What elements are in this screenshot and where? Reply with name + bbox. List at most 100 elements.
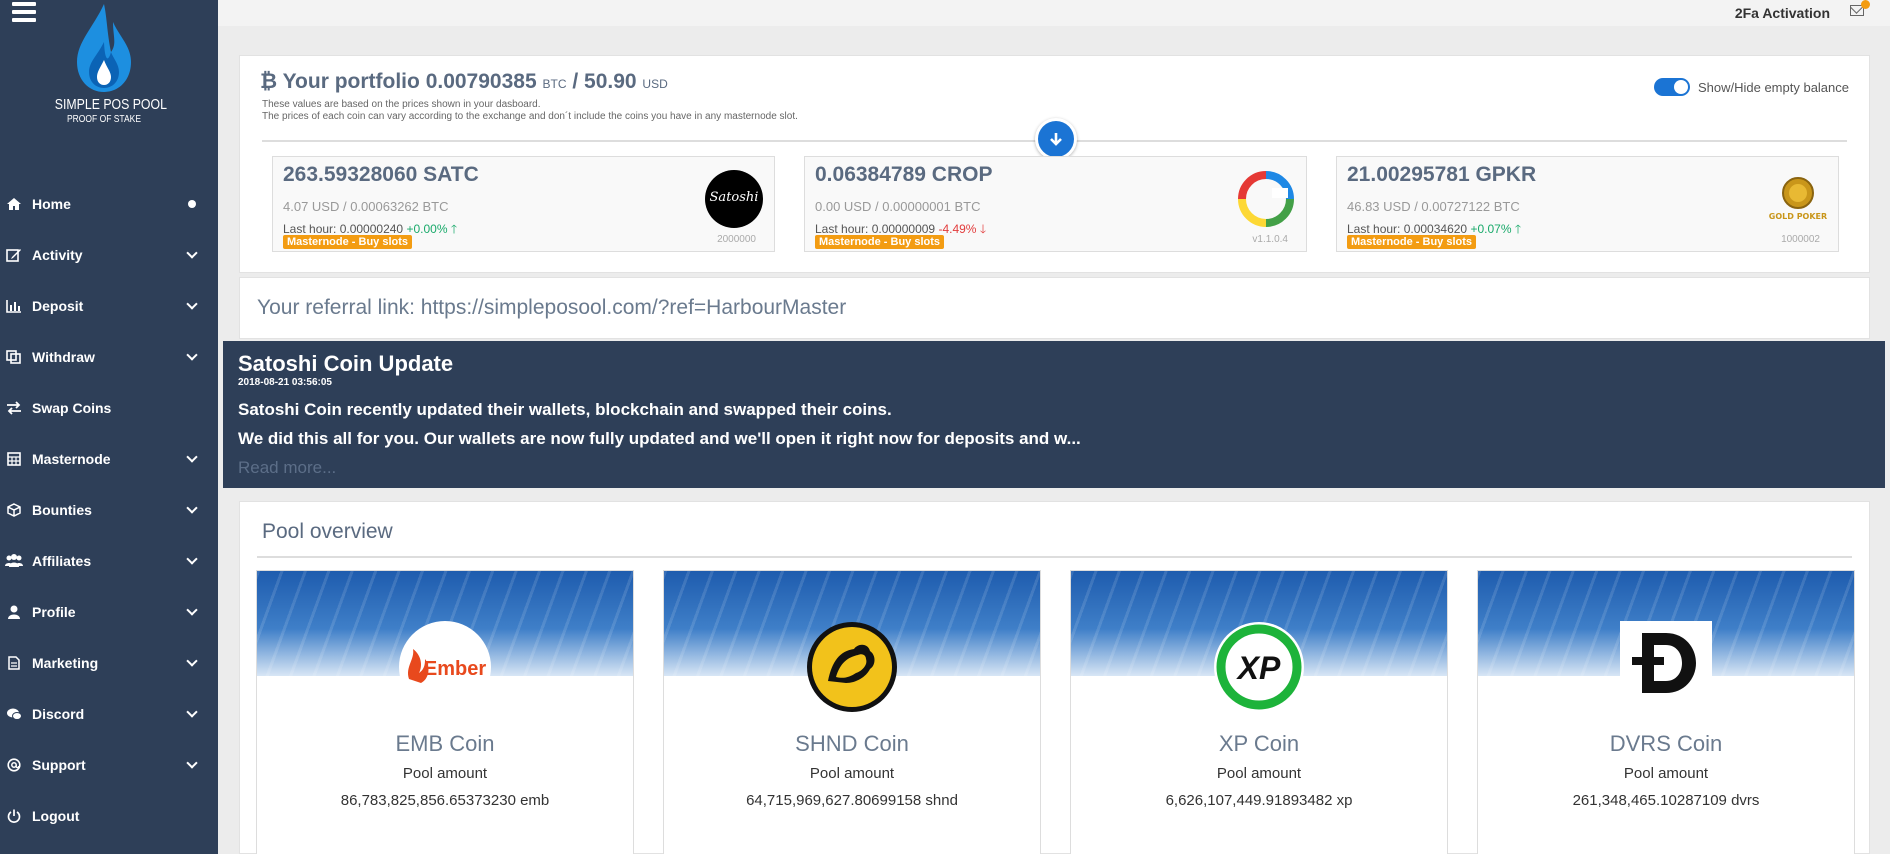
masternode-buy-slots-badge[interactable]: Masternode - Buy slots xyxy=(283,235,413,249)
change-percent: +0.07% xyxy=(1470,222,1512,236)
last-hour-label: Last hour: 0.00034620 xyxy=(1347,222,1468,236)
sidebar-nav: Home Activity Deposit Withdraw Swap Coin… xyxy=(0,178,218,841)
expand-button[interactable] xyxy=(1035,118,1077,160)
pool-card-dvrs[interactable]: DVRS Coin Pool amount 261,348,465.102871… xyxy=(1477,570,1855,854)
sidebar-item-profile[interactable]: Profile xyxy=(0,586,218,637)
news-body-line: We did this all for you. Our wallets are… xyxy=(238,429,1081,448)
chat-icon xyxy=(4,705,24,723)
coin-amount: 0.06384789 CROP xyxy=(815,163,993,186)
satoshi-coin-logo: Satoshi xyxy=(704,169,764,229)
sidebar-item-bounties[interactable]: Bounties xyxy=(0,484,218,535)
bitcoin-icon: ₿ xyxy=(260,70,278,93)
pool-coin-name: DVRS Coin xyxy=(1609,731,1723,756)
pool-amount-value: 86,783,825,856.65373230 emb xyxy=(340,792,550,809)
pool-amount-value: 261,348,465.10287109 dvrs xyxy=(1572,792,1760,809)
coin-amount: 263.59328060 SATC xyxy=(283,163,479,186)
change-percent: -4.49% xyxy=(938,222,977,236)
sidebar-item-label: Profile xyxy=(32,603,76,620)
portfolio-btc-value: 0.00790385 xyxy=(425,70,537,93)
coin-card-gpkr[interactable]: 21.00295781 GPKR 46.83 USD / 0.00727122 … xyxy=(1336,156,1839,252)
dvrs-coin-logo xyxy=(1620,621,1712,713)
sidebar-item-label: Deposit xyxy=(32,297,84,314)
at-icon xyxy=(4,756,24,774)
sidebar-item-label: Bounties xyxy=(32,501,92,518)
chevron-down-icon xyxy=(186,501,198,514)
file-icon xyxy=(4,654,24,672)
pool-amount-label: Pool amount xyxy=(1216,765,1302,782)
chevron-down-icon xyxy=(186,246,198,259)
referral-link[interactable]: Your referral link: https://simpleposool… xyxy=(257,296,846,320)
top-bar: 2Fa Activation xyxy=(218,0,1890,26)
xp-logo-text: XP xyxy=(1236,650,1281,686)
pool-amount-label: Pool amount xyxy=(402,765,488,782)
chevron-down-icon xyxy=(186,297,198,310)
coin-value: 4.07 USD / 0.00063262 BTC xyxy=(283,199,449,214)
hamburger-menu-icon[interactable] xyxy=(12,2,36,22)
pool-card-shnd[interactable]: SHND Coin Pool amount 64,715,969,627.806… xyxy=(663,570,1041,854)
pool-coin-name: EMB Coin xyxy=(395,731,495,756)
sidebar-item-deposit[interactable]: Deposit xyxy=(0,280,218,331)
sidebar-item-marketing[interactable]: Marketing xyxy=(0,637,218,688)
referral-panel: Your referral link: https://simpleposool… xyxy=(239,277,1870,339)
pool-card-xp[interactable]: XP XP Coin Pool amount 6,626,107,449.918… xyxy=(1070,570,1448,854)
power-icon xyxy=(4,807,24,825)
sidebar-item-withdraw[interactable]: Withdraw xyxy=(0,331,218,382)
crop-coin-logo xyxy=(1236,169,1296,229)
news-banner: Satoshi Coin Update 2018-08-21 03:56:05 … xyxy=(223,341,1885,488)
sidebar-item-affiliates[interactable]: Affiliates xyxy=(0,535,218,586)
chevron-down-icon xyxy=(186,348,198,361)
sidebar-item-label: Marketing xyxy=(32,654,99,671)
sidebar-item-label: Swap Coins xyxy=(32,399,112,416)
bar-chart-icon xyxy=(4,297,24,315)
sidebar-item-label: Discord xyxy=(32,705,85,722)
sidebar: SIMPLE POS POOL PROOF OF STAKE Home Acti… xyxy=(0,0,218,854)
gold-poker-logo: GOLD POKER xyxy=(1768,169,1828,229)
sidebar-item-support[interactable]: Support xyxy=(0,739,218,790)
cube-icon xyxy=(4,501,24,519)
empty-balance-toggle-wrap: Show/Hide empty balance xyxy=(1653,78,1849,96)
read-more-link[interactable]: Read more... xyxy=(238,458,336,478)
coin-sub: 1000002 xyxy=(1781,234,1820,245)
pool-card-emb[interactable]: Ember EMB Coin Pool amount 86,783,825,85… xyxy=(256,570,634,854)
coin-card-crop[interactable]: 0.06384789 CROP 0.00 USD / 0.00000001 BT… xyxy=(804,156,1307,252)
sidebar-item-home[interactable]: Home xyxy=(0,178,218,229)
sidebar-item-masternode[interactable]: Masternode xyxy=(0,433,218,484)
logo-name: SIMPLE POS POOL xyxy=(54,96,167,113)
portfolio-panel: ₿ Your portfolio 0.00790385 BTC / 50.90 … xyxy=(239,55,1870,273)
sidebar-item-label: Affiliates xyxy=(32,552,92,569)
chevron-down-icon xyxy=(186,654,198,667)
users-icon xyxy=(4,552,24,570)
empty-balance-toggle[interactable] xyxy=(1653,78,1690,96)
toggle-label: Show/Hide empty balance xyxy=(1697,79,1849,95)
sidebar-item-logout[interactable]: Logout xyxy=(0,790,218,841)
masternode-buy-slots-badge[interactable]: Masternode - Buy slots xyxy=(1347,235,1477,249)
portfolio-note-line: These values are based on the prices sho… xyxy=(262,99,541,110)
coin-card-satc[interactable]: 263.59328060 SATC 4.07 USD / 0.00063262 … xyxy=(272,156,775,252)
pool-amount-value: 64,715,969,627.80699158 shnd xyxy=(746,792,958,809)
ember-logo-text: Ember xyxy=(424,658,486,680)
portfolio-label: Your portfolio xyxy=(282,70,420,93)
masternode-buy-slots-badge[interactable]: Masternode - Buy slots xyxy=(815,235,945,249)
sidebar-item-label: Withdraw xyxy=(32,348,95,365)
sidebar-item-swap-coins[interactable]: Swap Coins xyxy=(0,382,218,433)
portfolio-note: These values are based on the prices sho… xyxy=(262,99,798,123)
sidebar-item-label: Home xyxy=(32,195,71,212)
sidebar-item-activity[interactable]: Activity xyxy=(0,229,218,280)
chevron-down-icon xyxy=(186,450,198,463)
usd-unit: USD xyxy=(642,77,668,91)
logo-tagline: PROOF OF STAKE xyxy=(66,114,141,125)
coin-sub: v1.1.0.4 xyxy=(1252,234,1288,245)
xp-coin-logo: XP xyxy=(1213,621,1305,713)
pool-overview-title: Pool overview xyxy=(262,520,393,543)
news-title: Satoshi Coin Update xyxy=(238,351,454,376)
sidebar-item-label: Support xyxy=(32,756,86,773)
user-icon xyxy=(4,603,24,621)
divider xyxy=(257,556,1852,558)
twofa-activation-link[interactable]: 2Fa Activation xyxy=(1735,5,1830,21)
portfolio-usd-value: 50.90 xyxy=(584,70,637,93)
pool-amount-value: 6,626,107,449.91893482 xp xyxy=(1165,792,1353,809)
sidebar-item-label: Activity xyxy=(32,246,83,263)
arrow-up-icon: 🡑 xyxy=(450,222,458,236)
logo[interactable]: SIMPLE POS POOL PROOF OF STAKE xyxy=(44,2,167,130)
sidebar-item-discord[interactable]: Discord xyxy=(0,688,218,739)
